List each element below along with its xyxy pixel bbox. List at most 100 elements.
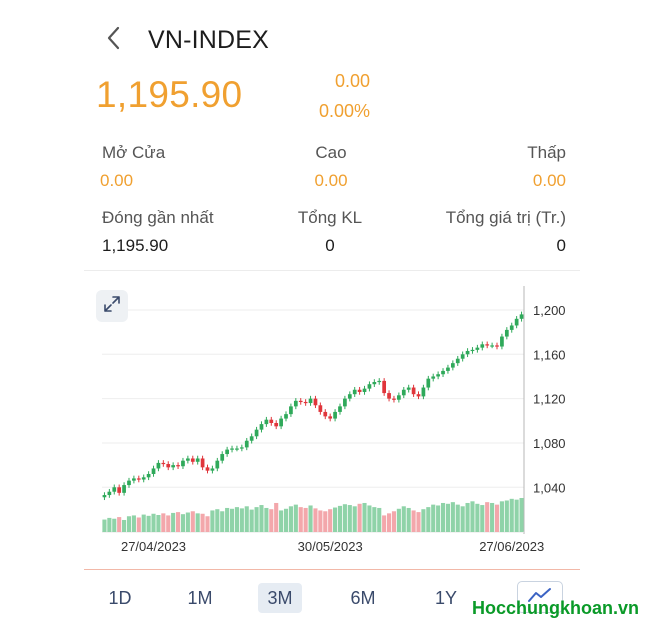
tab-1y[interactable]: 1Y <box>426 583 466 613</box>
volume-bar <box>411 510 416 532</box>
candle-body <box>136 478 141 480</box>
volume-bar <box>372 507 377 532</box>
volume-bar <box>293 504 298 532</box>
volume-bar <box>347 505 352 532</box>
volume-bar <box>386 513 392 532</box>
candle-body <box>441 370 445 375</box>
volume-bar <box>328 509 333 532</box>
candle-body <box>151 468 156 474</box>
volume-bar <box>205 516 210 532</box>
low-value: 0.00 <box>532 171 566 190</box>
volume-bar <box>195 513 200 532</box>
volume-bar <box>519 498 524 532</box>
candle-body <box>490 345 494 347</box>
candle-body <box>352 389 357 395</box>
expand-icon <box>102 294 122 319</box>
candle-body <box>235 448 239 450</box>
total-value-label: Tổng giá trị (Tr.) <box>445 208 566 227</box>
expand-chart-button[interactable] <box>96 290 128 322</box>
candle-body <box>514 318 519 326</box>
volume-bar <box>480 505 485 532</box>
y-tick-label: 1,160 <box>533 347 566 362</box>
volume-bar <box>308 505 313 532</box>
candle-body <box>195 458 200 462</box>
volume-bar <box>288 506 293 532</box>
volume-bar <box>151 513 156 532</box>
volume-bar <box>367 505 372 532</box>
low-label: Thấp <box>527 143 566 162</box>
candle-body <box>308 398 313 404</box>
candle-body <box>132 478 136 481</box>
volume-bar <box>117 517 122 532</box>
volume-bar <box>185 512 190 532</box>
volume-bar <box>440 502 446 532</box>
volume-bar <box>318 510 323 532</box>
candle-body <box>176 465 180 467</box>
volume-bar <box>421 509 426 532</box>
candle-body <box>293 400 298 407</box>
candle-body <box>215 460 220 469</box>
candle-body <box>127 480 131 486</box>
volume-bar <box>166 515 171 532</box>
candle-body <box>475 347 480 350</box>
candle-body <box>313 398 318 406</box>
candle-body <box>431 376 436 379</box>
tab-6m[interactable]: 6M <box>342 583 384 613</box>
x-tick-label: 27/04/2023 <box>121 539 186 554</box>
candle-body <box>392 398 396 400</box>
candle-body <box>141 477 146 480</box>
candlestick-chart-svg: 1,200 1,160 1,120 1,080 1,040 27/04/2023 30/05… <box>102 286 566 554</box>
volume-bar <box>200 513 205 532</box>
volume-bar <box>102 519 107 532</box>
volume-bar <box>303 507 308 532</box>
volume-bar <box>161 513 166 532</box>
tab-1d[interactable]: 1D <box>100 583 140 613</box>
volume-bar <box>254 507 259 532</box>
prev-close-label: Đóng gần nhất <box>102 208 214 227</box>
volume-value: 0 <box>325 236 335 255</box>
candle-body <box>377 380 382 383</box>
candle-body <box>519 314 524 319</box>
volume-bar <box>244 506 249 532</box>
tab-1m[interactable]: 1M <box>180 583 220 613</box>
volume-bar <box>234 507 240 532</box>
candle-body <box>112 487 117 492</box>
volume-bar <box>509 498 514 532</box>
open-value: 0.00 <box>100 171 134 190</box>
candle-body <box>161 462 166 465</box>
volume-bar <box>141 514 146 532</box>
candle-body <box>397 395 401 400</box>
candle-body <box>156 462 161 469</box>
volume-bar <box>382 515 387 532</box>
volume-bar <box>352 506 357 532</box>
volume-bar <box>475 503 480 532</box>
candle-body <box>343 398 347 407</box>
candle-body <box>220 454 225 461</box>
volume-bar <box>215 509 220 532</box>
volume-bar <box>504 500 509 532</box>
y-tick-label: 1,200 <box>533 303 566 318</box>
open-label: Mở Cửa <box>102 143 166 162</box>
prev-close-value: 1,195.90 <box>102 236 169 255</box>
volume-bar <box>436 505 441 532</box>
volume-bar <box>274 502 279 532</box>
candle-body <box>205 467 210 471</box>
volume-bar <box>175 512 181 532</box>
volume-bar <box>401 506 406 532</box>
watermark-text: Hocchungkhoan.vn <box>472 598 640 618</box>
volume-bar <box>362 502 367 532</box>
volume-bar <box>470 501 475 532</box>
back-button[interactable] <box>98 24 130 56</box>
price-change: 0.00 <box>334 71 370 91</box>
volume-bar <box>220 511 225 532</box>
candle-body <box>274 423 279 427</box>
candle-body <box>318 405 323 412</box>
volume-bar <box>249 509 254 532</box>
x-tick-label: 27/06/2023 <box>479 539 544 554</box>
tab-3m[interactable]: 3M <box>258 583 302 613</box>
candle-body <box>465 350 470 355</box>
candle-body <box>406 387 411 390</box>
tabs-divider <box>84 569 580 570</box>
price-chart[interactable]: 1,200 1,160 1,120 1,080 1,040 27/04/2023 30/05… <box>84 272 580 568</box>
volume-bar <box>396 508 401 532</box>
